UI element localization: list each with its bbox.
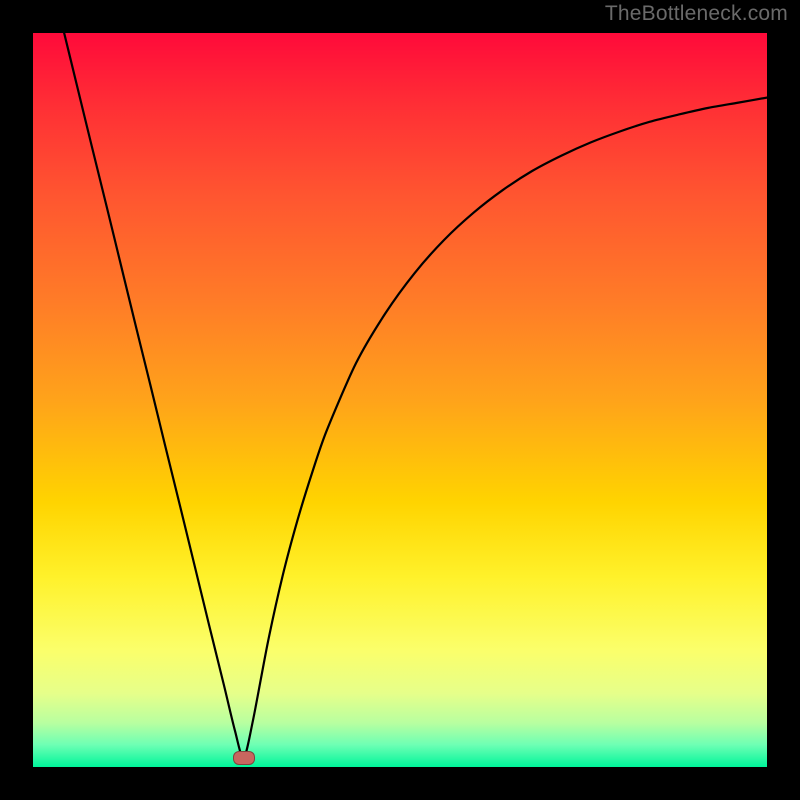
curve-line [33, 33, 767, 767]
watermark-text: TheBottleneck.com [605, 2, 788, 26]
plot-area [33, 33, 767, 767]
marker-icon [233, 751, 255, 765]
chart-frame: TheBottleneck.com [0, 0, 800, 800]
